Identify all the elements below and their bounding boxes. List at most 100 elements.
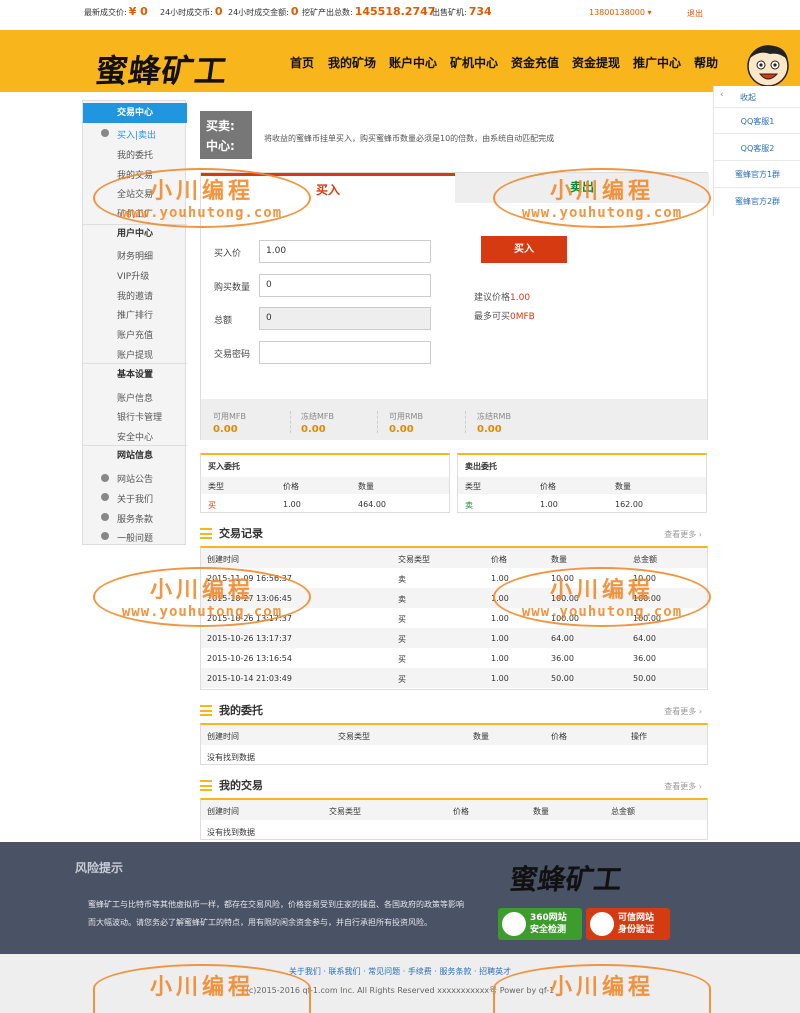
sidebar-item-invites[interactable]: 我的邀请	[117, 289, 153, 302]
nav-withdraw[interactable]: 资金提现	[572, 54, 620, 71]
my-orders-table: 创建时间 交易类型 数量 价格 操作 没有找到数据	[200, 723, 708, 765]
badge-trusted-site[interactable]: 可信网站 身份验证	[586, 908, 670, 940]
quantity-input[interactable]: 0	[259, 274, 431, 297]
cell-total: 50.00	[633, 674, 656, 683]
nav-home[interactable]: 首页	[290, 54, 314, 71]
badge-360-security[interactable]: 360网站 安全检测	[498, 908, 582, 940]
qq-support-2[interactable]: QQ客服2	[714, 143, 800, 154]
sidebar-item-security[interactable]: 安全中心	[117, 430, 153, 443]
divider	[83, 363, 187, 364]
sidebar-item-my-trades[interactable]: 我的交易	[117, 168, 153, 181]
footer-link-jobs[interactable]: 招聘英才	[479, 967, 511, 976]
cell-price: 1.00	[491, 654, 509, 663]
qq-support-1[interactable]: QQ客服1	[714, 116, 800, 127]
table-row: 2015-10-26 13:17:37 买 1.00 100.00 100.00	[201, 608, 707, 628]
sidebar-item-recharge[interactable]: 账户充值	[117, 328, 153, 341]
tab-sell[interactable]: 卖出	[455, 173, 709, 203]
footer-link-fees[interactable]: 手续费	[408, 967, 432, 976]
footer-link-contact[interactable]: 联系我们	[329, 967, 361, 976]
cell-time: 2015-10-27 13:06:45	[207, 594, 292, 603]
buy-button[interactable]: 买入	[481, 236, 567, 263]
bullet-icon	[101, 513, 109, 521]
my-orders-title: 我的委托	[219, 704, 263, 717]
tab-buy[interactable]: 买入	[201, 173, 455, 203]
my-trades-title: 我的交易	[219, 779, 263, 792]
records-more-link[interactable]: 查看更多 ›	[664, 529, 702, 540]
table-header	[458, 477, 706, 494]
sidebar-item-finance[interactable]: 财务明细	[117, 249, 153, 262]
column-header: 价格	[551, 732, 567, 741]
magnifier-icon	[502, 912, 526, 936]
nav-promotion[interactable]: 推广中心	[633, 54, 681, 71]
cell-price: 1.00	[491, 594, 509, 603]
official-group-1[interactable]: 蜜蜂官方1群	[714, 169, 800, 180]
seal-icon	[590, 912, 614, 936]
cell-type: 买	[398, 615, 406, 624]
order-type: 卖	[465, 501, 473, 510]
trade-note: 将收益的蜜蜂币挂单买入，购买蜜蜂币数量必须是10的倍数，由系统自动匹配完成	[264, 134, 555, 143]
cell-quantity: 10.00	[551, 574, 574, 583]
balance-frozen-rmb: 冻结RMB 0.00	[477, 412, 511, 435]
nav-deposit[interactable]: 资金充值	[511, 54, 559, 71]
official-group-2[interactable]: 蜜蜂官方2群	[714, 196, 800, 207]
sidebar-item-faq[interactable]: 一般问题	[117, 531, 153, 544]
sidebar-item-vip[interactable]: VIP升级	[117, 269, 149, 282]
sidebar-item-terms[interactable]: 服务条款	[117, 512, 153, 525]
sidebar-item-bank-card[interactable]: 银行卡管理	[117, 410, 162, 423]
sidebar: 交易中心 买入|卖出 我的委托 我的交易 全站交易 矿机工厂 用户中心 财务明细…	[82, 100, 187, 545]
sidebar-item-ranking[interactable]: 推广排行	[117, 308, 153, 321]
chevron-left-icon[interactable]: ‹	[720, 90, 724, 100]
my-orders-more-link[interactable]: 查看更多 ›	[664, 706, 702, 717]
trade-password-input[interactable]	[259, 341, 431, 364]
site-logo[interactable]: 蜜蜂矿工	[93, 46, 231, 92]
cell-price: 1.00	[491, 614, 509, 623]
buy-price-label: 买入价	[214, 249, 242, 259]
cell-type: 买	[398, 675, 406, 684]
stat-miners-sold: 出售矿机: 734	[432, 5, 492, 18]
sidebar-item-withdraw[interactable]: 账户提现	[117, 348, 153, 361]
support-panel: ‹ 收起 QQ客服1 QQ客服2 蜜蜂官方1群 蜜蜂官方2群	[713, 86, 800, 216]
cell-total: 100.00	[633, 614, 661, 623]
nav-miner-center[interactable]: 矿机中心	[450, 54, 498, 71]
stat-24h-amount: 24小时成交金额: 0	[228, 5, 299, 18]
cell-time: 2015-10-26 13:16:54	[207, 654, 292, 663]
sidebar-item-my-orders[interactable]: 我的委托	[117, 148, 153, 161]
trade-center-title: 买卖: 中心:	[200, 111, 252, 159]
sidebar-item-announcements[interactable]: 网站公告	[117, 472, 153, 485]
sidebar-item-about[interactable]: 关于我们	[117, 492, 153, 505]
top-stats-bar: 最新成交价: ¥ 0 24小时成交币: 0 24小时成交金额: 0 挖矿产出总数: 14…	[0, 0, 800, 30]
logout-link[interactable]: 退出	[687, 8, 703, 19]
column-header: 价格	[283, 482, 299, 491]
my-trades-section-header: 我的交易 查看更多 ›	[200, 777, 708, 795]
sidebar-section-site-info: 网站信息	[116, 451, 153, 461]
footer-link-faq[interactable]: 常见问题	[368, 967, 400, 976]
password-label: 交易密码	[214, 350, 251, 360]
buy-orders-title: 买入委托	[208, 462, 240, 471]
nav-account[interactable]: 账户中心	[389, 54, 437, 71]
bottom-bar: 关于我们 · 联系我们 · 常见问题 · 手续费 · 服务条款 · 招聘英才 (…	[0, 954, 800, 1013]
sidebar-section-trade[interactable]: 交易中心	[83, 103, 187, 123]
sidebar-item-account-info[interactable]: 账户信息	[117, 391, 153, 404]
footer-link-terms[interactable]: 服务条款	[439, 967, 471, 976]
cell-quantity: 50.00	[551, 674, 574, 683]
trade-panel: 买入 卖出 买入价 1.00 购买数量 0 总额 0 交易密码 买入 建议价格1…	[200, 172, 709, 440]
sidebar-item-all-trades[interactable]: 全站交易	[117, 187, 153, 200]
footer-link-about[interactable]: 关于我们	[289, 967, 321, 976]
order-quantity: 162.00	[615, 500, 643, 509]
sell-orders-box: 卖出委托 类型 价格 数量 卖 1.00 162.00	[457, 453, 707, 513]
nav-help[interactable]: 帮助	[694, 54, 718, 71]
sidebar-item-miner-factory[interactable]: 矿机工厂	[117, 207, 153, 220]
buy-price-input[interactable]: 1.00	[259, 240, 431, 263]
stat-latest-price: 最新成交价: ¥ 0	[84, 5, 148, 18]
table-row: 2015-10-26 13:16:54 买 1.00 36.00 36.00	[201, 648, 707, 668]
table-header	[201, 477, 449, 494]
total-label: 总额	[214, 316, 233, 326]
nav-my-mine[interactable]: 我的矿场	[328, 54, 376, 71]
table-header: 创建时间 交易类型 数量 价格 操作	[201, 725, 707, 745]
sidebar-item-buy-sell[interactable]: 买入|卖出	[117, 128, 156, 141]
badge-360-line2: 安全检测	[530, 925, 567, 935]
my-trades-more-link[interactable]: 查看更多 ›	[664, 781, 702, 792]
balance-available-rmb: 可用RMB 0.00	[389, 412, 423, 435]
collapse-link[interactable]: 收起	[740, 92, 756, 103]
account-dropdown[interactable]: 13800138000 ▾	[589, 8, 652, 17]
